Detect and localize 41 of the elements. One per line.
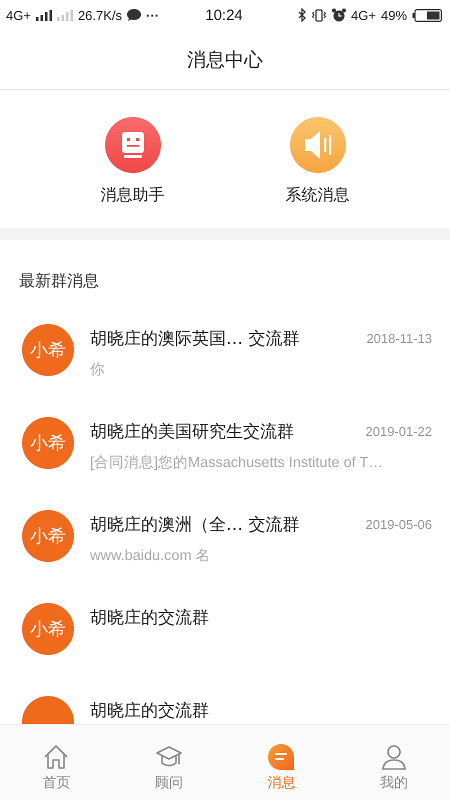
robot-icon[interactable]: [104, 117, 160, 173]
group-avatar[interactable]: 小希: [22, 603, 74, 655]
tab-label[interactable]: 消息: [267, 774, 296, 792]
alarm-icon: [332, 8, 346, 22]
network-type: 4G+: [351, 8, 376, 22]
more-notifications: ···: [146, 8, 160, 22]
message-date: 2019-05-06: [366, 516, 432, 532]
shortcut-label[interactable]: 系统消息: [286, 185, 350, 206]
tab-label[interactable]: 我的: [380, 774, 408, 792]
speaker-icon[interactable]: [290, 117, 346, 173]
tab-label[interactable]: 顾问: [154, 774, 183, 792]
group-name[interactable]: 胡晓庄的澳际英国… 交流群: [90, 326, 300, 350]
group-name[interactable]: 胡晓庄的交流群: [90, 698, 209, 722]
signal-icon: [36, 10, 52, 20]
person-icon[interactable]: [380, 743, 408, 771]
message-preview: 你: [90, 361, 106, 380]
section-heading: 最新群消息: [19, 271, 99, 290]
vibrate-icon: [311, 8, 328, 22]
page-title: 消息中心: [187, 48, 263, 72]
battery-percent: 49%: [380, 8, 408, 22]
message-date: 2019-01-22: [366, 424, 432, 438]
group-avatar[interactable]: 小希: [22, 324, 74, 376]
battery-icon: [412, 8, 442, 22]
message-preview: www.baidu.com 名: [90, 547, 212, 566]
signal-icon: [56, 10, 73, 20]
message-date: 2018-11-13: [366, 330, 432, 346]
chat-bubble-icon: [127, 9, 142, 21]
group-avatar[interactable]: 小希: [22, 417, 74, 469]
home-icon[interactable]: [42, 743, 70, 771]
shortcut-label[interactable]: 消息助手: [100, 185, 164, 206]
group-name[interactable]: 胡晓庄的澳洲（全… 交流群: [90, 512, 300, 536]
network-speed: 26.7K/s: [78, 8, 122, 22]
message-preview: [合同消息]您的Massachusetts Institute of T…: [90, 454, 384, 473]
clock: 10:24: [205, 6, 243, 24]
bluetooth-icon: [298, 8, 306, 22]
tab-label[interactable]: 首页: [42, 774, 70, 792]
message-icon[interactable]: [267, 743, 296, 771]
network-type: 4G+: [6, 8, 31, 22]
group-avatar[interactable]: 小希: [22, 510, 74, 562]
group-name[interactable]: 胡晓庄的美国研究生交流群: [90, 420, 294, 442]
group-name[interactable]: 胡晓庄的交流群: [90, 606, 209, 628]
